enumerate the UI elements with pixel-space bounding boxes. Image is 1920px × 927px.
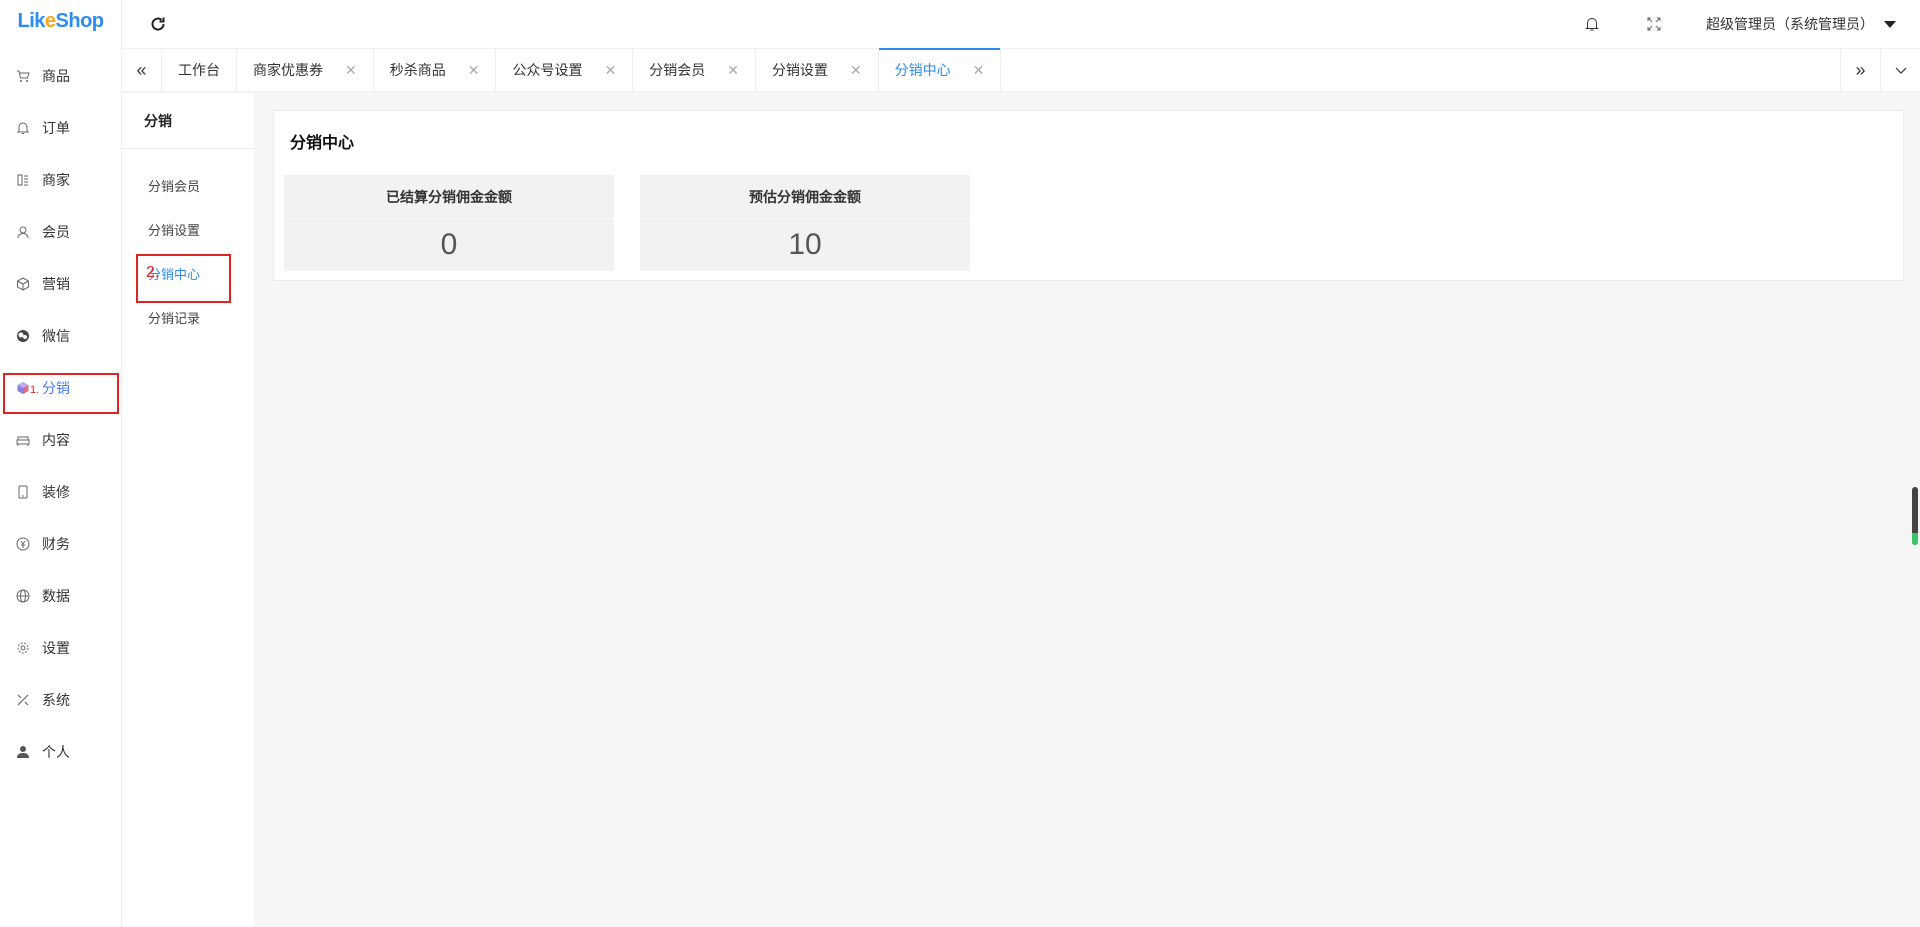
sidebar-item-distribution[interactable]: 分销	[0, 362, 121, 414]
stat-label: 已结算分销佣金金额	[284, 175, 614, 219]
tab-flash-sale[interactable]: 秒杀商品 ✕	[374, 49, 497, 91]
yen-icon	[16, 537, 30, 551]
sidebar-item-label: 订单	[42, 120, 70, 136]
tab-label: 分销中心	[894, 62, 951, 78]
sidebar-item-data[interactable]: 数据	[0, 570, 121, 622]
close-icon[interactable]: ✕	[973, 62, 985, 79]
fullscreen-icon[interactable]	[1644, 14, 1664, 34]
notification-bell-icon[interactable]	[1582, 14, 1602, 34]
cube-icon	[16, 381, 30, 395]
sidebar-item-label: 装修	[42, 484, 70, 500]
close-icon[interactable]: ✕	[345, 62, 357, 79]
tablet-icon	[16, 485, 30, 499]
caret-down-icon	[1884, 20, 1896, 28]
sidebar-item-decoration[interactable]: 装修	[0, 466, 121, 518]
user-icon	[16, 225, 30, 239]
sidebar-item-label: 数据	[42, 588, 70, 604]
cart-icon	[16, 69, 30, 83]
globe-icon	[16, 589, 30, 603]
sidebar-item-label: 微信	[42, 328, 70, 344]
page-title: 分销中心	[290, 135, 355, 152]
refresh-icon[interactable]	[148, 14, 168, 34]
top-header: 超级管理员（系统管理员）	[122, 0, 1920, 48]
close-icon[interactable]: ✕	[850, 62, 862, 79]
sidebar-item-goods[interactable]: 商品	[0, 50, 121, 102]
tab-label: 分销设置	[771, 62, 828, 78]
sidebar-item-members[interactable]: 会员	[0, 206, 121, 258]
sidebar-item-label: 内容	[42, 432, 70, 448]
stat-settled-commission: 已结算分销佣金金额 0	[284, 175, 614, 271]
scrollbar[interactable]	[1912, 487, 1918, 545]
close-icon[interactable]: ✕	[727, 62, 739, 79]
sidebar-item-label: 会员	[42, 224, 70, 240]
tabs-scroll-right-icon[interactable]: »	[1840, 49, 1880, 91]
sidebar-item-label: 财务	[42, 536, 70, 552]
tab-official-account[interactable]: 公众号设置 ✕	[496, 49, 634, 91]
tab-label: 工作台	[178, 62, 220, 78]
stat-label: 预估分销佣金金额	[640, 175, 970, 219]
sidebar-item-merchants[interactable]: 商家	[0, 154, 121, 206]
close-icon[interactable]: ✕	[604, 62, 616, 79]
sub-item-distribution-settings[interactable]: 分销设置	[122, 207, 254, 251]
user-label: 超级管理员（系统管理员）	[1706, 16, 1874, 32]
tabs-bar: « 工作台 商家优惠券 ✕ 秒杀商品 ✕ 公众号设置 ✕ 分销会员 ✕ 分销设置…	[122, 48, 1920, 92]
sofa-icon	[16, 433, 30, 447]
sidebar-item-system[interactable]: 系统	[0, 674, 121, 726]
tab-merchant-coupons[interactable]: 商家优惠券 ✕	[237, 49, 374, 91]
wechat-icon	[16, 329, 30, 343]
tab-distribution-center[interactable]: 分销中心 ✕	[878, 48, 1002, 91]
stat-value: 0	[440, 228, 458, 261]
gear-icon	[16, 641, 30, 655]
tab-workbench[interactable]: 工作台	[162, 49, 237, 91]
box-icon	[16, 277, 30, 291]
sidebar-item-orders[interactable]: 订单	[0, 102, 121, 154]
sidebar-item-personal[interactable]: 个人	[0, 726, 121, 778]
logo[interactable]: Lik e Shop	[0, 0, 121, 42]
sidebar-item-finance[interactable]: 财务	[0, 518, 121, 570]
annotation-step-1: 1.	[30, 384, 40, 396]
sub-sidebar-title: 分销	[122, 93, 254, 149]
sidebar-item-label: 商品	[42, 68, 70, 84]
annotation-step-2: 2.	[146, 264, 160, 281]
sidebar-item-label: 商家	[42, 172, 70, 188]
tools-icon	[16, 693, 30, 707]
sidebar-item-settings[interactable]: 设置	[0, 622, 121, 674]
bell-icon	[16, 121, 30, 135]
stat-estimated-commission: 预估分销佣金金额 10	[640, 175, 970, 271]
distribution-center-card: 分销中心 已结算分销佣金金额 0 预估分销佣金金额 10	[273, 110, 1904, 281]
sidebar-item-label: 营销	[42, 276, 70, 292]
sub-item-distribution-records[interactable]: 分销记录	[122, 295, 254, 339]
main-sidebar: Lik e Shop 商品 订单 商家 会员 营销 微信 分销 内容 装修 财务…	[0, 0, 122, 927]
sidebar-item-marketing[interactable]: 营销	[0, 258, 121, 310]
close-icon[interactable]: ✕	[468, 62, 480, 79]
sidebar-item-label: 分销	[42, 380, 70, 396]
sidebar-item-label: 个人	[42, 744, 70, 760]
tab-label: 商家优惠券	[253, 62, 323, 78]
tabs-scroll-left-icon[interactable]: «	[122, 49, 162, 91]
sidebar-item-label: 设置	[42, 640, 70, 656]
tab-label: 秒杀商品	[389, 62, 446, 78]
sub-item-distribution-center[interactable]: 分销中心	[122, 251, 254, 295]
user-menu[interactable]: 超级管理员（系统管理员）	[1706, 14, 1896, 34]
sidebar-item-label: 系统	[42, 692, 70, 708]
tab-label: 公众号设置	[512, 62, 583, 78]
sidebar-item-wechat[interactable]: 微信	[0, 310, 121, 362]
person-icon	[16, 745, 30, 759]
store-icon	[16, 173, 30, 187]
sidebar-item-content[interactable]: 内容	[0, 414, 121, 466]
tab-label: 分销会员	[649, 62, 706, 78]
tab-distribution-members[interactable]: 分销会员 ✕	[633, 49, 756, 91]
tab-distribution-settings[interactable]: 分销设置 ✕	[756, 49, 879, 91]
tabs-menu-chevron-down-icon[interactable]	[1880, 49, 1920, 91]
sub-item-distribution-members[interactable]: 分销会员	[122, 163, 254, 207]
stat-value: 10	[788, 228, 822, 261]
sub-sidebar: 分销 分销会员 分销设置 分销中心 分销记录	[122, 93, 254, 927]
